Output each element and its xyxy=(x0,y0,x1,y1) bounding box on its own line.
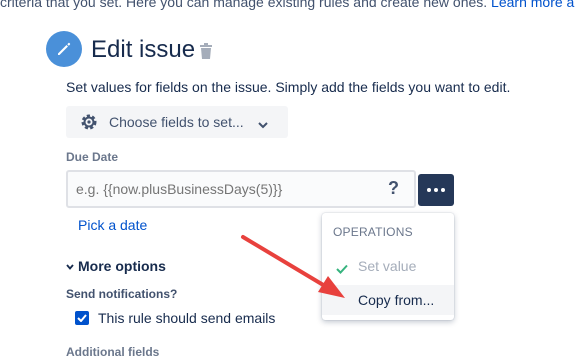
choose-fields-button[interactable]: Choose fields to set... xyxy=(66,106,288,138)
check-icon xyxy=(336,261,348,274)
menu-item-copy-from[interactable]: Copy from... xyxy=(322,285,454,315)
ellipsis-dot xyxy=(427,188,431,192)
description: Set values for fields on the issue. Simp… xyxy=(66,79,511,95)
learn-more-link[interactable]: Learn more ab xyxy=(491,0,575,10)
help-icon[interactable]: ? xyxy=(388,178,399,199)
send-notifications-label: Send notifications? xyxy=(66,287,178,301)
more-options-toggle[interactable]: More options xyxy=(66,258,166,274)
more-options-label: More options xyxy=(78,258,166,274)
operations-menu: OPERATIONS Set value Copy from... xyxy=(322,213,454,320)
page-title: Edit issue xyxy=(91,36,196,63)
intro-sentence: criteria that you set. Here you can mana… xyxy=(0,0,492,10)
send-emails-label[interactable]: This rule should send emails xyxy=(98,310,275,326)
menu-item-label: Copy from... xyxy=(358,292,435,308)
menu-item-label: Set value xyxy=(358,258,417,274)
due-date-input[interactable] xyxy=(66,170,416,208)
chevron-down-icon xyxy=(66,258,74,270)
intro-text: criteria that you set. Here you can mana… xyxy=(0,0,575,10)
chevron-down-icon xyxy=(257,117,268,129)
due-date-label: Due Date xyxy=(66,150,119,164)
trash-icon[interactable] xyxy=(198,42,214,60)
additional-fields-label: Additional fields xyxy=(66,345,160,359)
more-actions-button[interactable] xyxy=(418,174,454,206)
ellipsis-dot xyxy=(441,188,445,192)
gear-icon xyxy=(79,112,99,132)
ellipsis-dot xyxy=(434,188,438,192)
operations-heading: OPERATIONS xyxy=(333,225,413,239)
send-emails-checkbox[interactable] xyxy=(75,311,89,325)
pencil-icon xyxy=(46,31,82,67)
menu-item-set-value[interactable]: Set value xyxy=(322,251,454,281)
pick-date-link[interactable]: Pick a date xyxy=(78,217,147,233)
choose-fields-label: Choose fields to set... xyxy=(109,114,244,130)
